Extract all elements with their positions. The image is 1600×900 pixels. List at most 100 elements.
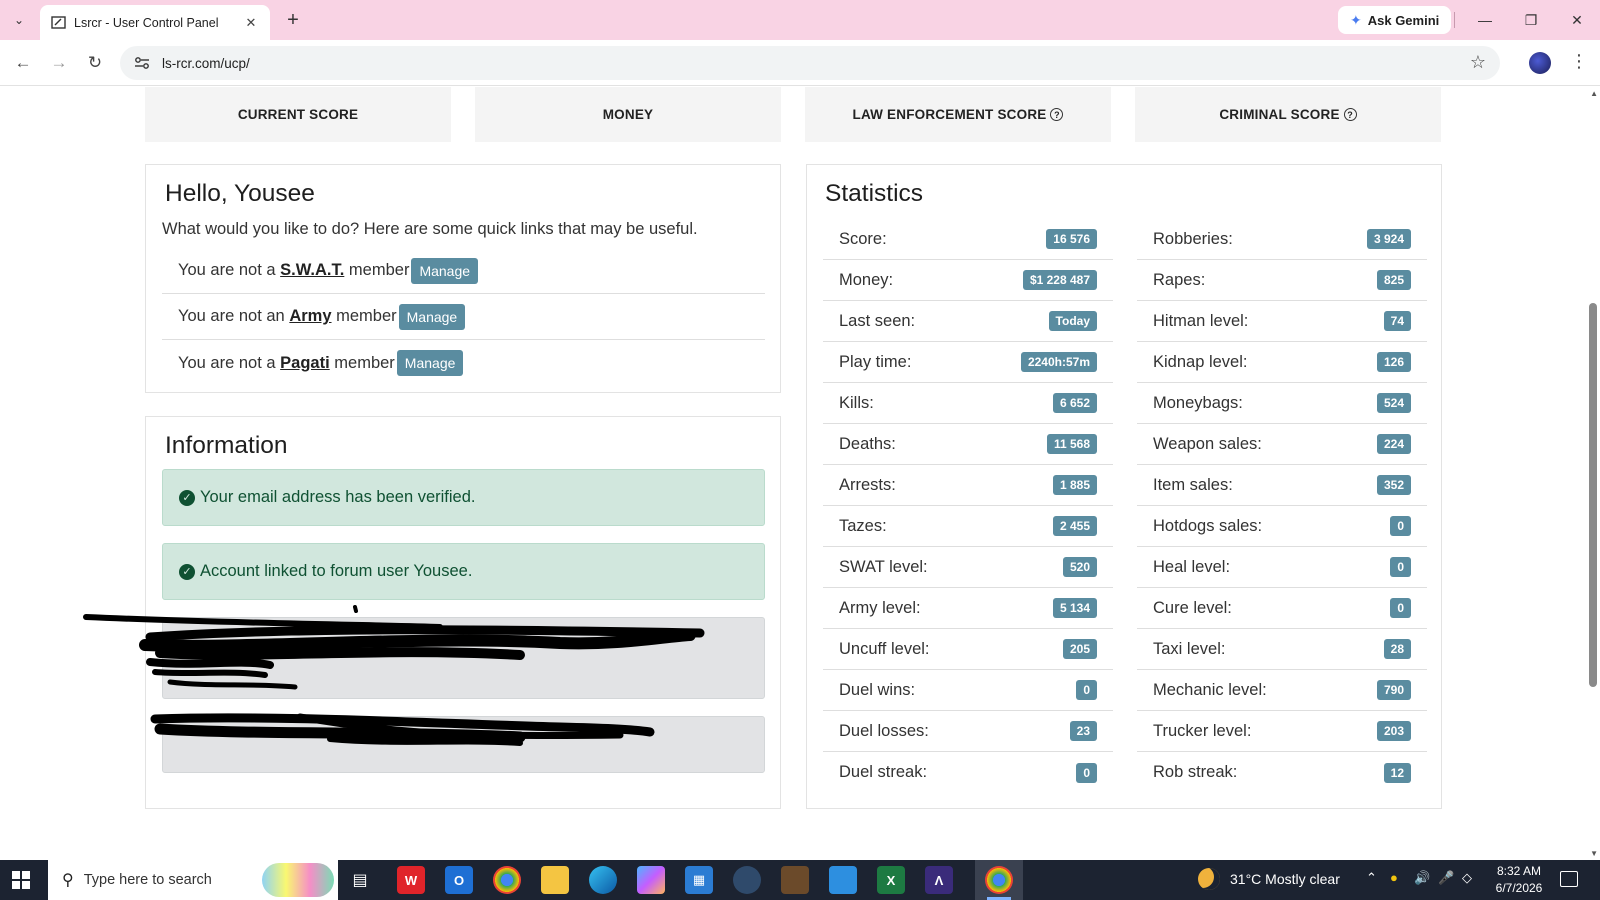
app-icon[interactable]: Λ bbox=[925, 866, 953, 894]
stat-label: Taxi level: bbox=[1153, 639, 1226, 658]
page-scrollbar[interactable]: ▲ ▼ bbox=[1588, 87, 1598, 860]
clock-date: 6/7/2026 bbox=[1495, 881, 1543, 895]
alert-text: Your email address has been verified. bbox=[200, 488, 476, 506]
task-view-icon[interactable]: ▤ bbox=[346, 866, 374, 894]
email-verified-alert: ✓ Your email address has been verified. bbox=[162, 469, 765, 526]
browser-tab[interactable]: Lsrcr - User Control Panel ✕ bbox=[40, 5, 270, 40]
stat-row: Mechanic level: 790 bbox=[1137, 670, 1427, 711]
money-card: MONEY bbox=[475, 87, 781, 142]
stat-label: Duel streak: bbox=[839, 763, 928, 781]
network-icon[interactable]: ◇ bbox=[1462, 870, 1472, 886]
microsoft-store-icon[interactable]: ▦ bbox=[685, 866, 713, 894]
reload-icon[interactable]: ↻ bbox=[81, 49, 109, 77]
windows-start-icon[interactable] bbox=[12, 871, 30, 889]
swat-link[interactable]: S.W.A.T. bbox=[280, 261, 344, 280]
stat-label: Army level: bbox=[839, 598, 921, 617]
app-icon[interactable] bbox=[733, 866, 761, 894]
volume-icon[interactable]: 🔊 bbox=[1414, 870, 1430, 886]
ask-gemini-button[interactable]: ✦ Ask Gemini bbox=[1338, 6, 1452, 34]
chrome-active-icon[interactable] bbox=[985, 866, 1013, 894]
stat-label: Duel wins: bbox=[839, 680, 916, 699]
stat-row: Score: 16 576 bbox=[823, 219, 1113, 260]
check-circle-icon: ✓ bbox=[179, 563, 195, 580]
file-explorer-icon[interactable] bbox=[541, 866, 569, 894]
stat-row: Hitman level: 74 bbox=[1137, 301, 1427, 342]
membership-row-army: You are not an Army member Manage bbox=[162, 294, 765, 340]
score-card-label: CRIMINAL SCORE bbox=[1219, 107, 1340, 122]
stat-value-badge: 12 bbox=[1383, 762, 1411, 783]
back-arrow-icon[interactable]: ← bbox=[9, 49, 37, 77]
manage-army-button[interactable]: Manage bbox=[398, 303, 466, 330]
bookmark-star-icon[interactable]: ☆ bbox=[1470, 52, 1486, 73]
stat-label: SWAT level: bbox=[839, 557, 928, 576]
stat-value-badge: 0 bbox=[1390, 516, 1411, 536]
tab-search-chevron-icon[interactable]: ⌄ bbox=[6, 8, 32, 32]
game-icon[interactable] bbox=[781, 866, 809, 894]
profile-avatar[interactable] bbox=[1529, 52, 1551, 74]
copilot-icon[interactable] bbox=[637, 866, 665, 894]
scrollbar-thumb[interactable] bbox=[1589, 303, 1597, 687]
stat-row: Deaths: 11 568 bbox=[823, 424, 1113, 465]
close-tab-icon[interactable]: ✕ bbox=[242, 15, 260, 31]
stat-label: Mechanic level: bbox=[1153, 680, 1267, 699]
url-text: ls-rcr.com/ucp/ bbox=[162, 55, 250, 71]
stat-value-badge: 825 bbox=[1376, 270, 1411, 290]
stat-row: Heal level: 0 bbox=[1137, 547, 1427, 588]
weather-widget[interactable]: 31°C Mostly clear bbox=[1198, 868, 1340, 890]
minimize-icon[interactable]: — bbox=[1462, 6, 1508, 34]
stat-label: Duel losses: bbox=[839, 721, 929, 740]
score-card-label: LAW ENFORCEMENT SCORE bbox=[852, 107, 1047, 122]
stat-label: Trucker level: bbox=[1153, 721, 1252, 740]
address-bar[interactable]: ls-rcr.com/ucp/ ☆ bbox=[120, 46, 1500, 80]
taskbar-search-box[interactable]: ⚲ Type here to search bbox=[48, 860, 338, 900]
close-window-icon[interactable]: ✕ bbox=[1554, 6, 1600, 34]
pagati-link[interactable]: Pagati bbox=[280, 354, 330, 373]
forward-arrow-icon[interactable]: → bbox=[45, 49, 73, 77]
stat-row: Weapon sales: 224 bbox=[1137, 424, 1427, 465]
stat-value-badge: 5 134 bbox=[1052, 598, 1097, 618]
stat-row: Last seen: Today bbox=[823, 301, 1113, 342]
help-question-icon[interactable]: ? bbox=[1343, 108, 1357, 121]
check-circle-icon: ✓ bbox=[179, 489, 195, 506]
statistics-title: Statistics bbox=[825, 180, 924, 207]
stat-label: Kills: bbox=[839, 393, 874, 412]
stat-row: Rapes: 825 bbox=[1137, 260, 1427, 301]
stat-row: Item sales: 352 bbox=[1137, 465, 1427, 506]
stat-label: Robberies: bbox=[1153, 229, 1233, 248]
manage-swat-button[interactable]: Manage bbox=[411, 257, 479, 284]
tab-title: Lsrcr - User Control Panel bbox=[74, 15, 219, 30]
chrome-icon[interactable] bbox=[493, 866, 521, 894]
stat-label: Rapes: bbox=[1153, 270, 1206, 289]
photos-icon[interactable] bbox=[829, 866, 857, 894]
system-clock[interactable]: 8:32 AM 6/7/2026 bbox=[1490, 863, 1548, 897]
stat-label: Heal level: bbox=[1153, 557, 1231, 576]
membership-prefix: You are not an bbox=[178, 307, 285, 325]
stat-value-badge: Today bbox=[1048, 311, 1097, 331]
help-question-icon[interactable]: ? bbox=[1050, 108, 1064, 121]
search-icon: ⚲ bbox=[62, 872, 74, 889]
wps-office-icon[interactable]: W bbox=[397, 866, 425, 894]
scroll-down-arrow-icon[interactable]: ▼ bbox=[1590, 849, 1598, 858]
scroll-up-arrow-icon[interactable]: ▲ bbox=[1590, 89, 1598, 98]
show-hidden-icons-chevron-icon[interactable]: ⌃ bbox=[1366, 870, 1377, 886]
app-tray-icon[interactable]: ● bbox=[1390, 870, 1398, 885]
army-link[interactable]: Army bbox=[289, 307, 331, 326]
outlook-icon[interactable]: O bbox=[445, 866, 473, 894]
stat-label: Kidnap level: bbox=[1153, 352, 1248, 371]
more-menu-icon[interactable]: ⋮ bbox=[1570, 51, 1588, 72]
edge-icon[interactable] bbox=[589, 866, 617, 894]
site-settings-icon[interactable] bbox=[132, 53, 152, 73]
microphone-icon[interactable]: 🎤 bbox=[1438, 870, 1454, 886]
notifications-icon[interactable] bbox=[1560, 871, 1578, 887]
restore-icon[interactable]: ❐ bbox=[1508, 6, 1554, 34]
excel-icon[interactable]: X bbox=[877, 866, 905, 894]
stat-label: Hitman level: bbox=[1153, 311, 1249, 330]
stat-value-badge: 205 bbox=[1062, 639, 1097, 659]
new-tab-plus-icon[interactable]: + bbox=[280, 8, 306, 32]
stat-value-badge: 2240h:57m bbox=[1020, 352, 1097, 372]
stat-row: Tazes: 2 455 bbox=[823, 506, 1113, 547]
clock-time: 8:32 AM bbox=[1496, 864, 1542, 878]
search-highlight-flowers-icon bbox=[262, 863, 334, 897]
stat-value-badge: 2 455 bbox=[1052, 516, 1097, 536]
manage-pagati-button[interactable]: Manage bbox=[396, 350, 464, 376]
